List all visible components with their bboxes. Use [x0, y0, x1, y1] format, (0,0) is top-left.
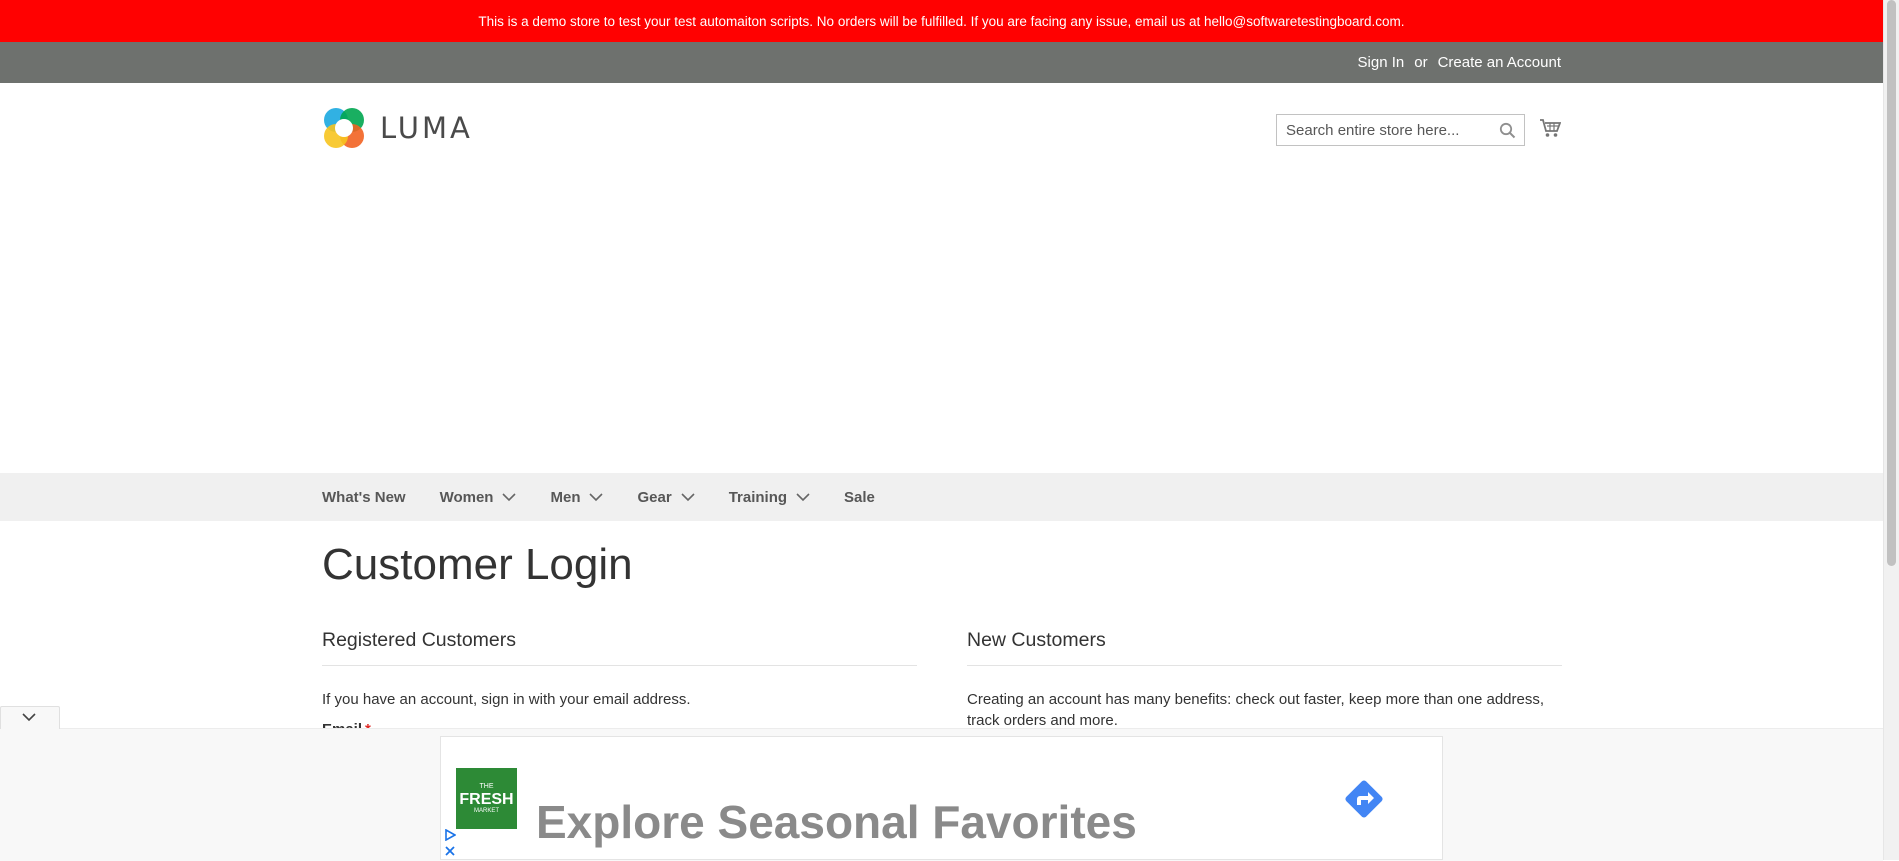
search-input[interactable] [1277, 115, 1496, 145]
scrollbar-thumb[interactable] [1887, 0, 1896, 566]
ad-brand-line3: MARKET [473, 807, 499, 814]
search-icon[interactable] [1499, 122, 1516, 139]
header-links-separator: or [1414, 54, 1428, 71]
chevron-down-icon [502, 492, 517, 501]
demo-notice-bar: This is a demo store to test your test a… [0, 0, 1883, 42]
nav-item-label: Men [550, 488, 581, 506]
new-customers-text: Creating an account has many benefits: c… [967, 691, 1545, 729]
nav-item-label: Women [439, 488, 494, 506]
sign-in-link[interactable]: Sign In [1358, 54, 1405, 71]
registered-customers-block: Registered Customers If you have an acco… [322, 629, 917, 710]
nav-item-label: Sale [844, 488, 875, 506]
header-links: Sign In or Create an Account [1358, 42, 1561, 83]
ad-brand-logo: THE FRESH MARKET [456, 768, 517, 829]
logo-wordmark: LUMA [380, 111, 473, 145]
nav-item-sale[interactable]: Sale [844, 489, 875, 506]
main-nav: What's New Women Men Gear Training Sale [0, 473, 1883, 521]
nav-item-gear[interactable]: Gear [637, 488, 695, 506]
cart-icon[interactable] [1539, 117, 1561, 139]
registered-customers-title: Registered Customers [322, 629, 917, 666]
luma-logo[interactable]: LUMA [322, 106, 473, 150]
ad-brand-line2: FRESH [459, 790, 514, 808]
directions-arrow-icon[interactable] [1340, 775, 1388, 823]
close-icon[interactable] [444, 845, 456, 857]
chevron-down-icon [589, 492, 604, 501]
ad-brand-line1: THE [479, 782, 494, 790]
nav-item-training[interactable]: Training [729, 489, 810, 506]
create-account-link[interactable]: Create an Account [1438, 54, 1561, 71]
search-box [1276, 114, 1525, 146]
new-customers-block: New Customers Creating an account has ma… [967, 629, 1562, 731]
luma-logo-icon [324, 108, 364, 148]
chevron-down-icon [681, 492, 695, 501]
registered-customers-text: If you have an account, sign in with you… [322, 691, 691, 708]
ad-choices-icon[interactable] [444, 829, 456, 841]
page-scrollbar[interactable] [1883, 0, 1899, 860]
page-title: Customer Login [322, 540, 633, 589]
new-customers-title: New Customers [967, 629, 1562, 666]
header-content: LUMA [0, 83, 1883, 473]
nav-item-label: Training [728, 488, 788, 506]
chevron-down-icon [22, 713, 36, 722]
ad-headline: Explore Seasonal Favorites [536, 796, 1137, 848]
nav-item-label: Gear [637, 488, 672, 506]
nav-item-whats-new[interactable]: What's New [322, 489, 406, 506]
ad-collapse-toggle[interactable] [0, 706, 60, 729]
nav-item-label: What's New [322, 488, 406, 506]
nav-item-women[interactable]: Women [440, 489, 517, 506]
chevron-down-icon [796, 492, 810, 501]
nav-item-men[interactable]: Men [550, 488, 604, 506]
demo-notice-text: This is a demo store to test your test a… [478, 13, 1405, 29]
panel-header: Sign In or Create an Account [0, 42, 1883, 83]
nav-items: What's New Women Men Gear Training Sale [322, 473, 909, 521]
ad-banner[interactable]: THE FRESH MARKET Explore Seasonal Favori… [440, 736, 1443, 860]
